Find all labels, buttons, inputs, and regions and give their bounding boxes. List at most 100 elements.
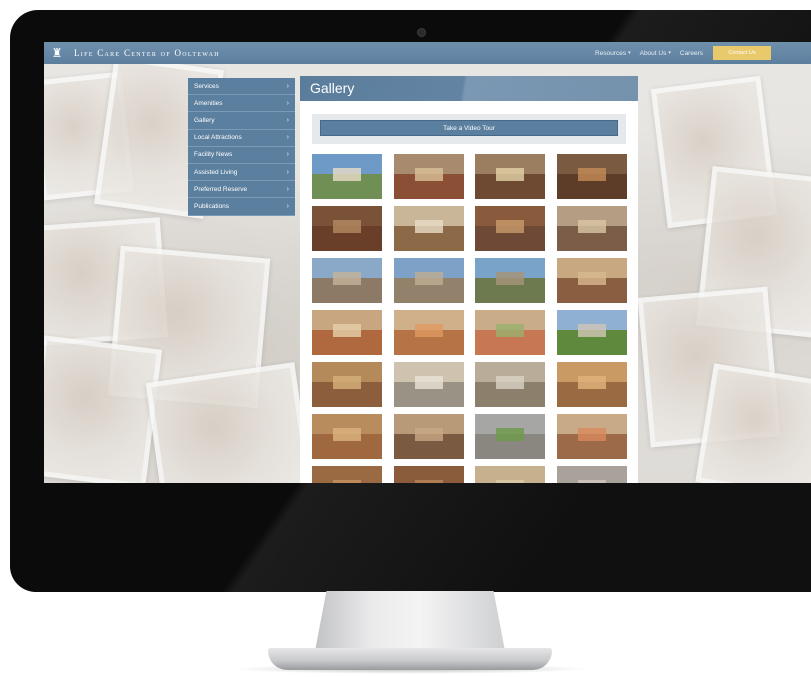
thumbnail-photo-detail	[577, 219, 606, 233]
thumbnail-photo-detail	[577, 323, 606, 337]
sidebar-menu: Services › Amenities › Gallery › Local Attr…	[188, 78, 295, 216]
chevron-right-icon: ›	[286, 202, 289, 210]
sidebar-item-facility-news[interactable]: Facility News ›	[188, 146, 295, 164]
gallery-thumbnail-putting-green-courtyard[interactable]	[475, 414, 545, 459]
sidebar-item-label: Gallery	[194, 116, 215, 124]
contact-us-button[interactable]: Contact Us	[713, 46, 771, 60]
chevron-right-icon: ›	[286, 82, 289, 90]
sidebar-item-label: Amenities	[194, 99, 223, 107]
top-nav: Resources ▾ About Us ▾ Careers Contact Us	[586, 42, 771, 64]
sidebar-item-gallery[interactable]: Gallery ›	[188, 112, 295, 130]
chevron-right-icon: ›	[286, 185, 289, 193]
gallery-thumbnail-lobby-hallway[interactable]	[393, 154, 464, 199]
gallery-thumbnail-exterior-gazebo-lawn[interactable]	[556, 310, 627, 355]
sidebar-item-preferred-reserve[interactable]: Preferred Reserve ›	[188, 181, 295, 199]
gallery-thumbnail-lounge-orange-chairs[interactable]	[393, 310, 464, 355]
thumbnail-photo-detail	[333, 271, 361, 285]
gallery-thumbnail-library-room[interactable]	[312, 206, 382, 251]
thumbnail-photo-detail	[333, 427, 361, 441]
nav-item-about-us[interactable]: About Us ▾	[640, 50, 671, 57]
sidebar-item-local-attractions[interactable]: Local Attractions ›	[188, 129, 295, 147]
gallery-thumbnail-long-corridor[interactable]	[312, 310, 382, 355]
thumbnail-photo-detail	[496, 479, 524, 483]
sidebar-item-label: Facility News	[194, 151, 233, 159]
gallery-thumbnail-therapy-gym-machines[interactable]	[475, 362, 545, 407]
background-photo	[44, 335, 163, 483]
sidebar-item-label: Publications	[194, 202, 230, 210]
gallery-thumbnail-lobby-ceiling[interactable]	[475, 154, 545, 199]
chevron-right-icon: ›	[286, 151, 289, 159]
nav-item-label: Resources	[595, 49, 627, 57]
thumbnail-photo-detail	[496, 219, 524, 233]
nav-item-careers[interactable]: Careers	[680, 50, 703, 57]
thumbnail-photo-detail	[496, 271, 524, 285]
browser-screen: ♜ Life Care Center of Ooltewah Resources…	[44, 42, 811, 483]
building-logo-icon[interactable]: ♜	[50, 46, 64, 60]
site-title[interactable]: Life Care Center of Ooltewah	[74, 48, 220, 58]
thumbnail-photo-detail	[414, 375, 443, 389]
sidebar-item-label: Preferred Reserve	[194, 185, 248, 193]
thumbnail-photo-detail	[496, 167, 524, 181]
video-tour-button[interactable]: Take a Video Tour	[320, 120, 618, 136]
nav-item-label: Careers	[679, 49, 703, 57]
gallery-content-panel: Gallery Take a Video Tour	[300, 76, 638, 483]
video-tour-box: Take a Video Tour	[312, 114, 626, 144]
sidebar-item-amenities[interactable]: Amenities ›	[188, 95, 295, 113]
monitor-stand-neck	[315, 591, 505, 651]
nav-item-resources[interactable]: Resources ▾	[595, 50, 631, 57]
thumbnail-photo-detail	[577, 427, 606, 441]
chevron-right-icon: ›	[286, 99, 289, 107]
gallery-thumbnail-room-7c[interactable]	[475, 466, 545, 483]
gallery-thumbnail-therapy-gym-equipment[interactable]	[393, 362, 464, 407]
chevron-right-icon: ›	[286, 116, 289, 124]
thumbnail-photo-detail	[333, 479, 361, 483]
thumbnail-photo-detail	[333, 323, 361, 337]
gallery-thumbnail-room-7b[interactable]	[393, 466, 464, 483]
gallery-thumbnail-building-exterior-flags[interactable]	[312, 154, 382, 199]
thumbnail-photo-detail	[414, 323, 443, 337]
sidebar-item-label: Services	[194, 82, 219, 90]
gallery-thumbnail-salon-room[interactable]	[312, 414, 382, 459]
page-title: Gallery	[300, 76, 638, 101]
sidebar-item-label: Assisted Living	[194, 168, 238, 176]
thumbnail-photo-detail	[414, 167, 443, 181]
gallery-thumbnail-courtyard-fountain[interactable]	[312, 258, 382, 303]
gallery-thumbnail-room-7d[interactable]	[556, 466, 627, 483]
gallery-thumbnail-dining-room[interactable]	[475, 206, 545, 251]
sidebar-item-publications[interactable]: Publications ›	[188, 198, 295, 216]
camera-icon	[417, 28, 426, 37]
thumbnail-photo-detail	[496, 323, 524, 337]
thumbnail-photo-detail	[414, 427, 443, 441]
gallery-thumbnail-reception-desk[interactable]	[393, 206, 464, 251]
thumbnail-photo-detail	[414, 219, 443, 233]
gallery-thumbnail-rehab-room[interactable]	[556, 362, 627, 407]
thumbnail-photo-detail	[496, 375, 524, 389]
gallery-thumbnail-dining-hall-chandelier[interactable]	[556, 206, 627, 251]
gallery-thumbnail-cafe-seating[interactable]	[556, 258, 627, 303]
gallery-thumbnail-kitchenette[interactable]	[393, 414, 464, 459]
thumbnail-photo-detail	[414, 479, 443, 483]
sidebar-item-label: Local Attractions	[194, 134, 242, 142]
thumbnail-photo-detail	[333, 219, 361, 233]
thumbnail-photo-detail	[577, 167, 606, 181]
thumbnail-photo-detail	[577, 271, 606, 285]
monitor-stand-foot	[268, 648, 552, 670]
gallery-thumbnail-room-7a[interactable]	[312, 466, 382, 483]
thumbnail-photo-detail	[496, 427, 524, 441]
thumbnail-photo-detail	[333, 167, 361, 181]
gallery-thumbnail-living-room-fireplace[interactable]	[556, 154, 627, 199]
nav-item-label: About Us	[639, 49, 667, 57]
chevron-right-icon: ›	[286, 134, 289, 142]
gallery-thumbnail-patient-room[interactable]	[475, 310, 545, 355]
background-photo	[145, 362, 313, 483]
background-photo	[695, 363, 811, 483]
sidebar-item-services[interactable]: Services ›	[188, 78, 295, 96]
gallery-thumbnail-activity-room[interactable]	[312, 362, 382, 407]
sidebar-item-assisted-living[interactable]: Assisted Living ›	[188, 163, 295, 182]
thumbnail-photo-detail	[577, 375, 606, 389]
chevron-down-icon: ▾	[668, 50, 671, 56]
thumbnail-photo-detail	[333, 375, 361, 389]
gallery-thumbnail-private-suite[interactable]	[556, 414, 627, 459]
gallery-thumbnail-courtyard-gazebo[interactable]	[393, 258, 464, 303]
gallery-thumbnail-courtyard-garden[interactable]	[475, 258, 545, 303]
